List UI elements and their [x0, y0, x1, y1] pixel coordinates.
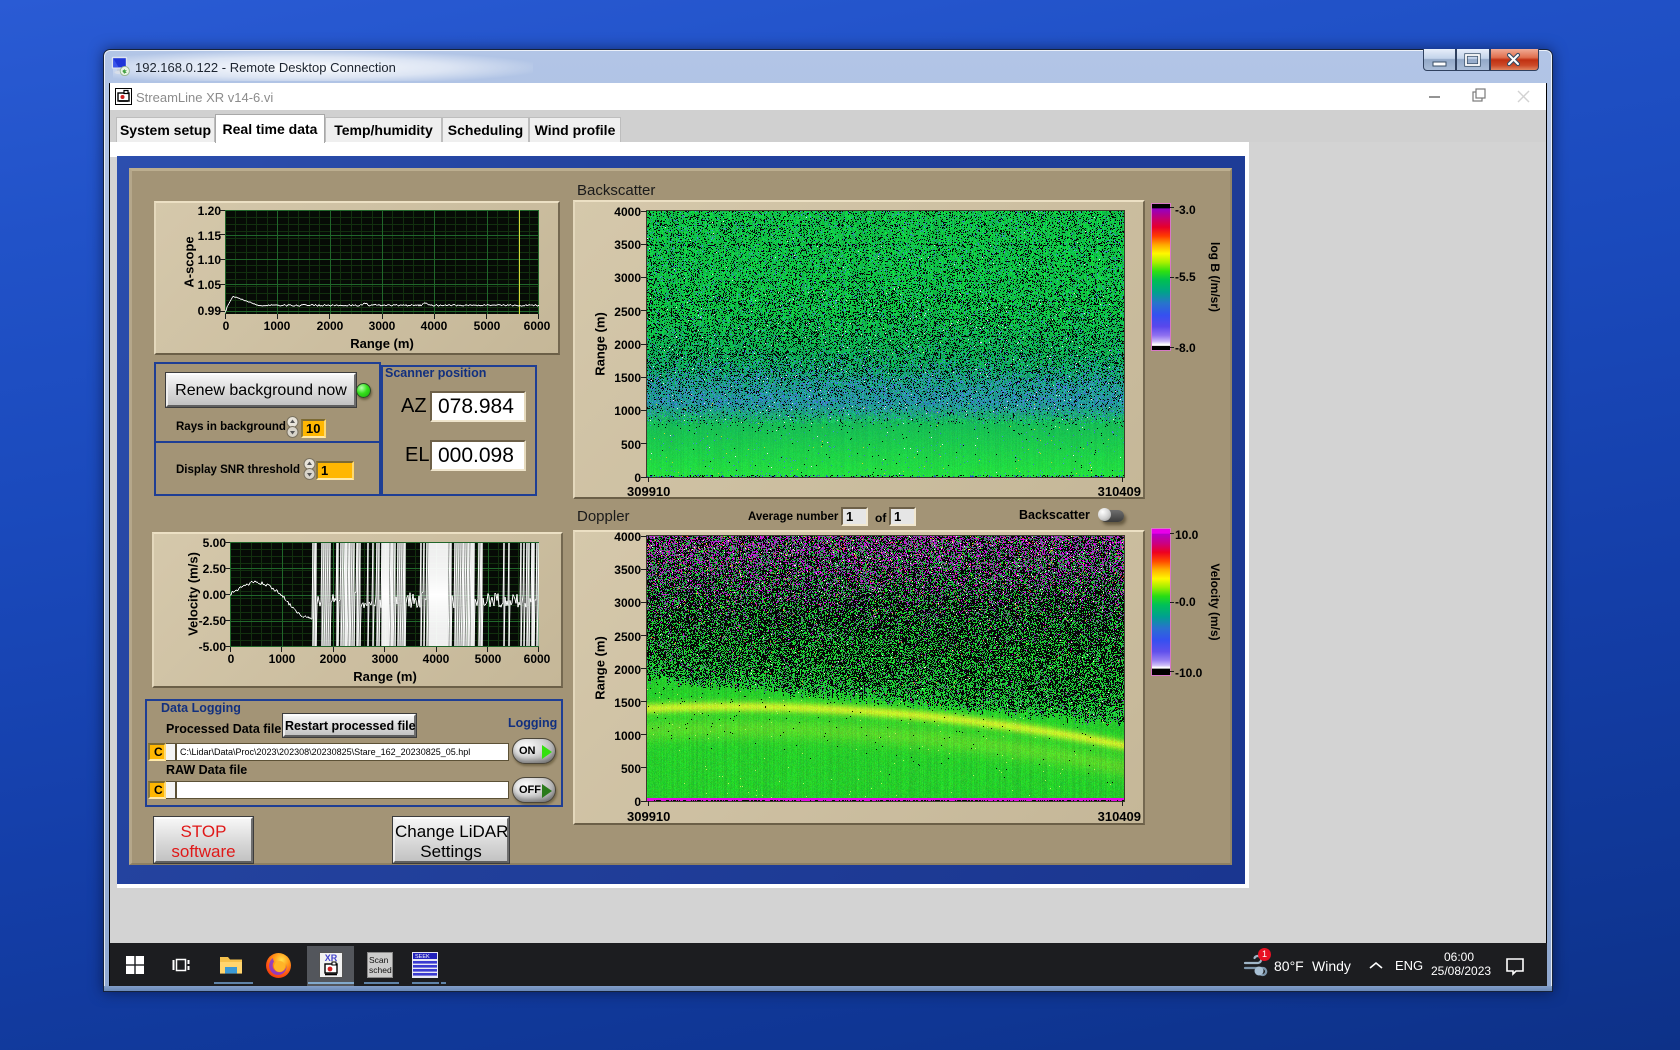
svg-text:SEEK: SEEK: [415, 954, 430, 960]
